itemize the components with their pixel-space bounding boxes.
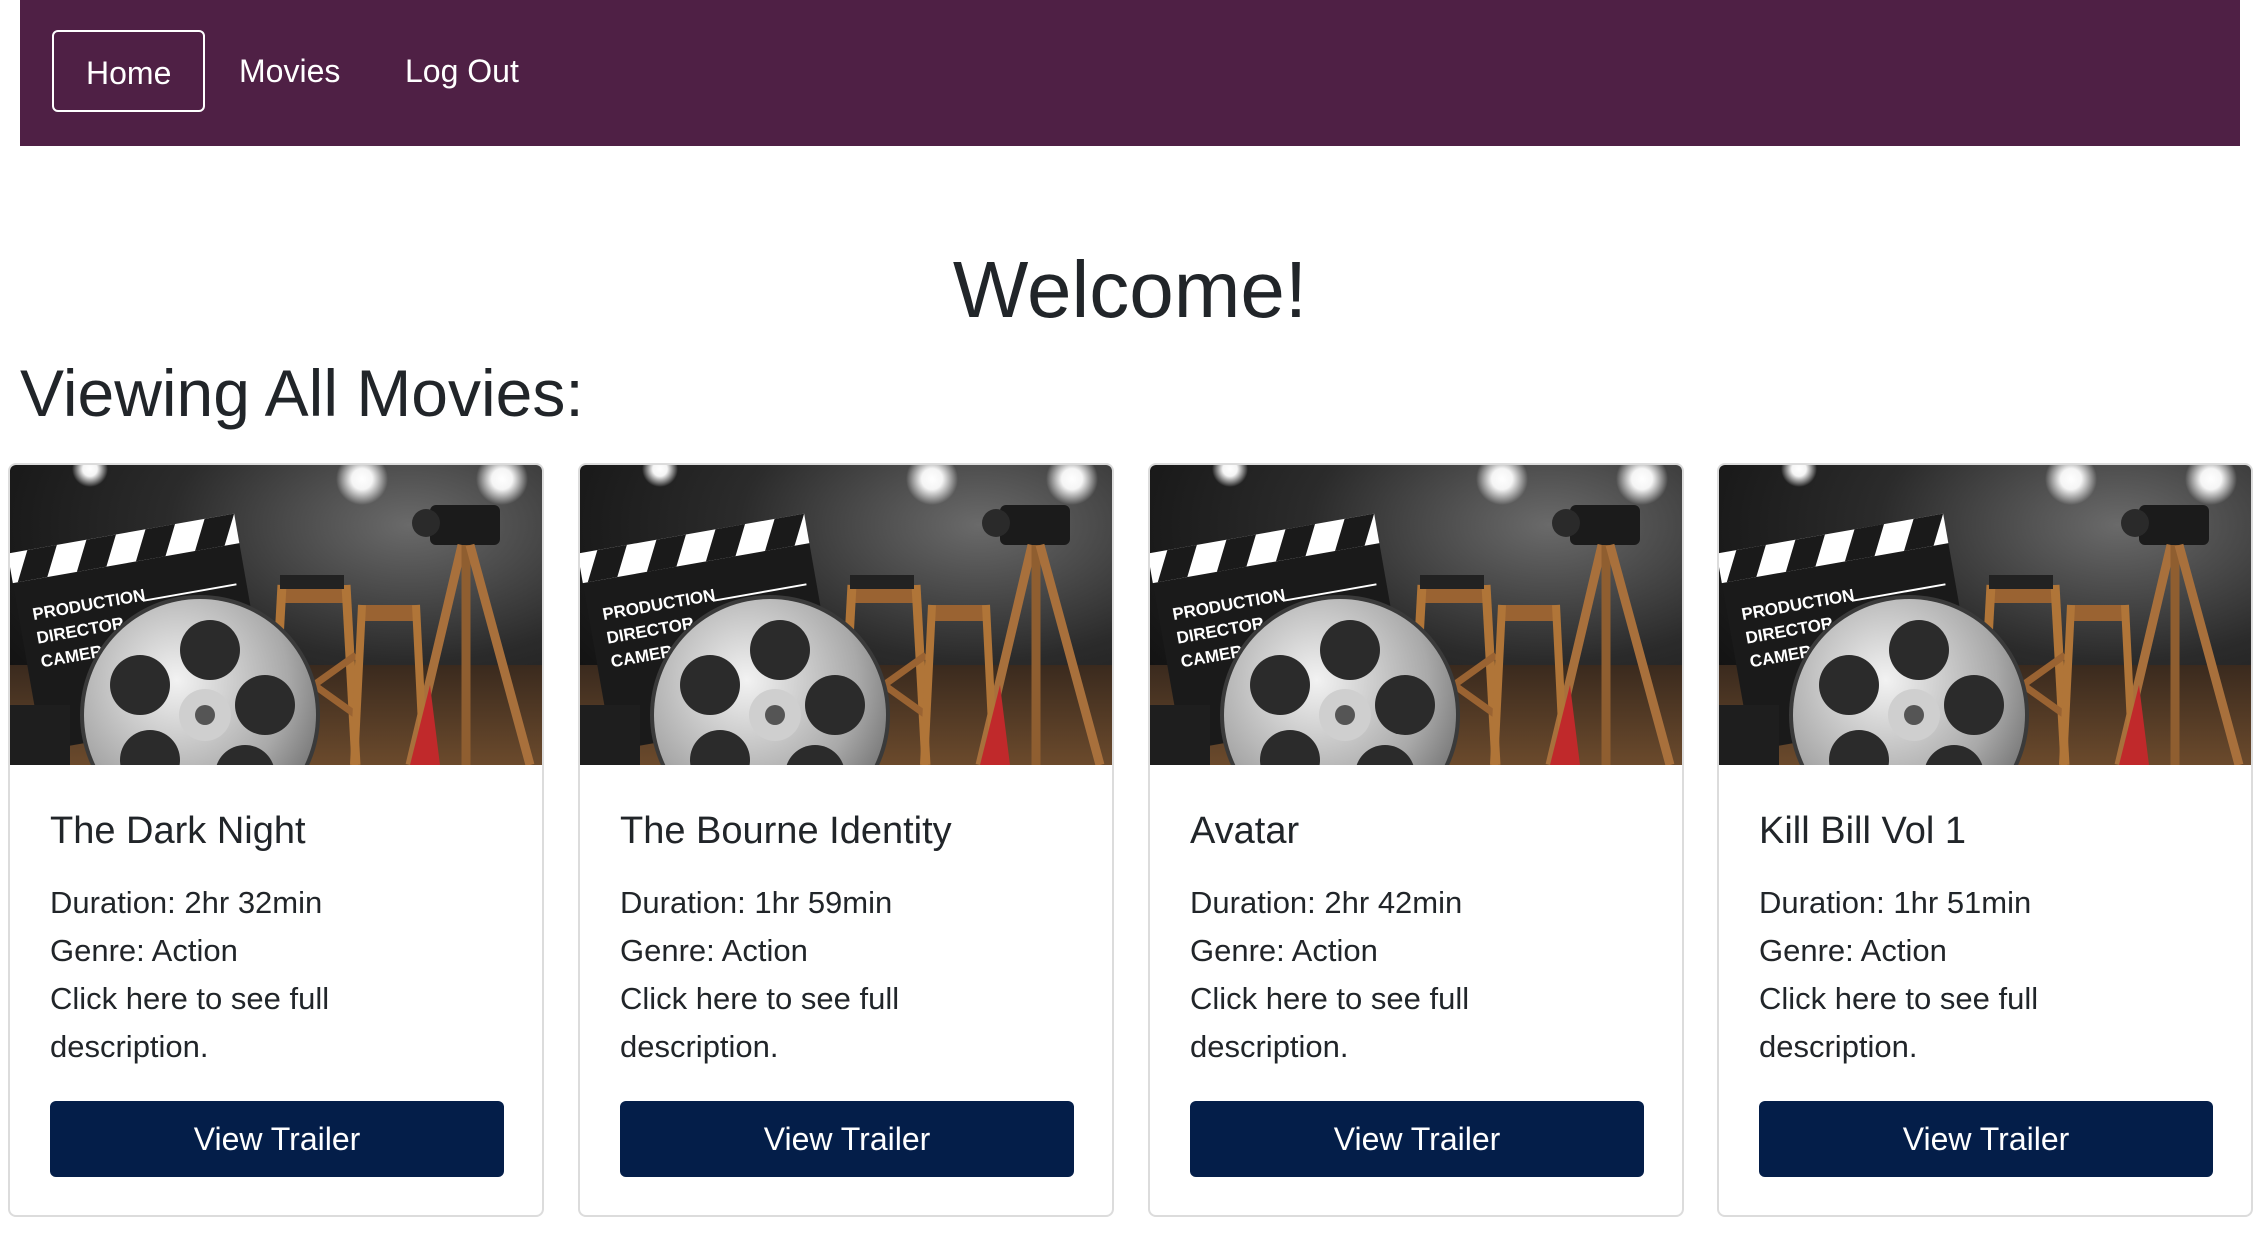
- view-trailer-button[interactable]: View Trailer: [1759, 1101, 2213, 1177]
- movie-genre: Genre: Action: [1190, 933, 1378, 968]
- movie-genre: Genre: Action: [1759, 933, 1947, 968]
- nav-home-link[interactable]: Home: [52, 30, 206, 112]
- movie-description-link[interactable]: Click here to see full: [50, 975, 510, 1023]
- movie-title: The Bourne Identity: [620, 810, 952, 852]
- movie-description-link[interactable]: Click here to see full: [1759, 975, 2219, 1023]
- movie-card: The Bourne Identity Duration: 1hr 59min …: [578, 463, 1114, 1217]
- section-title: Viewing All Movies:: [20, 356, 584, 430]
- movie-duration: Duration: 2hr 42min: [1190, 885, 1463, 920]
- view-trailer-button[interactable]: View Trailer: [620, 1101, 1074, 1177]
- movie-description-link[interactable]: Click here to see full: [620, 975, 1080, 1023]
- movie-description-link-cont[interactable]: description.: [1190, 1023, 1650, 1071]
- movie-title: The Dark Night: [50, 810, 306, 852]
- movie-description-link-cont[interactable]: description.: [50, 1023, 510, 1071]
- movie-production-image: [1150, 465, 1682, 765]
- nav-logout-link[interactable]: Log Out: [405, 30, 519, 112]
- movie-genre: Genre: Action: [50, 933, 238, 968]
- welcome-heading: Welcome!: [952, 245, 1308, 334]
- movie-card: Avatar Duration: 2hr 42min Genre: Action…: [1148, 463, 1684, 1217]
- movie-description-link-cont[interactable]: description.: [620, 1023, 1080, 1071]
- movie-description-link-cont[interactable]: description.: [1759, 1023, 2219, 1071]
- view-trailer-button[interactable]: View Trailer: [1190, 1101, 1644, 1177]
- movie-duration: Duration: 1hr 59min: [620, 885, 893, 920]
- nav-movies-link[interactable]: Movies: [239, 30, 340, 112]
- view-trailer-button[interactable]: View Trailer: [50, 1101, 504, 1177]
- movie-card: Kill Bill Vol 1 Duration: 1hr 51min Genr…: [1717, 463, 2253, 1217]
- movie-genre: Genre: Action: [620, 933, 808, 968]
- movie-title: Kill Bill Vol 1: [1759, 810, 1966, 852]
- movie-production-image: [10, 465, 542, 765]
- movie-title: Avatar: [1190, 810, 1300, 852]
- movie-card: The Dark Night Duration: 2hr 32min Genre…: [8, 463, 544, 1217]
- movie-duration: Duration: 2hr 32min: [50, 885, 323, 920]
- movie-production-image: [580, 465, 1112, 765]
- top-navbar: Home Movies Log Out: [20, 0, 2240, 146]
- movie-description-link[interactable]: Click here to see full: [1190, 975, 1650, 1023]
- movie-duration: Duration: 1hr 51min: [1759, 885, 2032, 920]
- movie-production-image: [1719, 465, 2251, 765]
